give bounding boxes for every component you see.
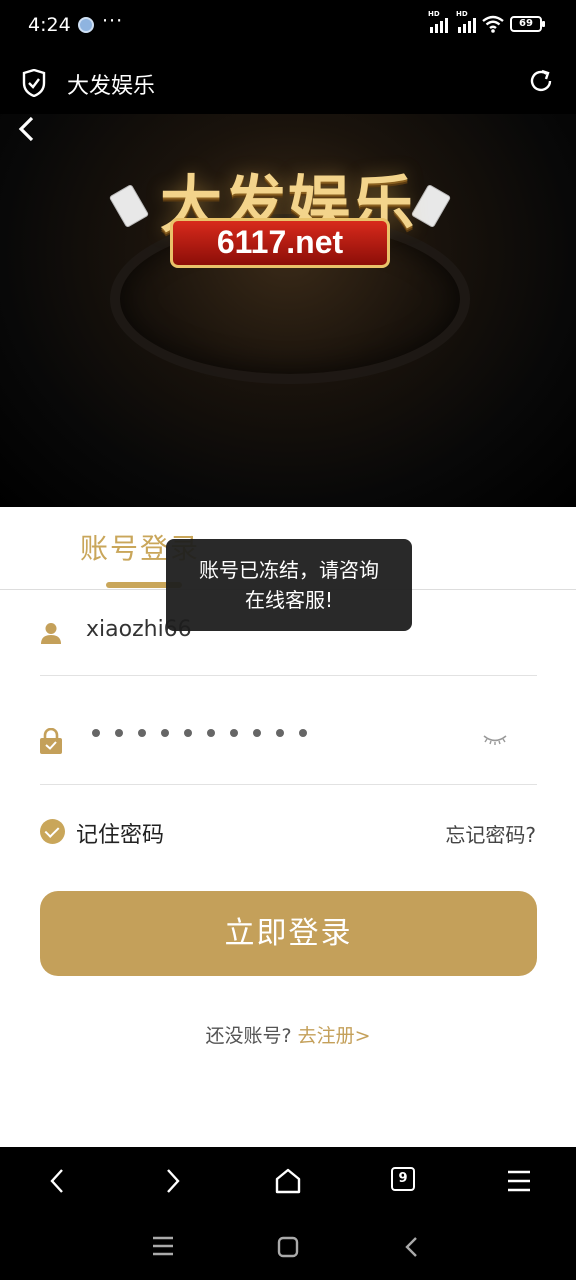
browser-title-bar: 大发娱乐 xyxy=(0,52,576,114)
remember-password-checkbox[interactable] xyxy=(40,819,65,844)
password-mask-dot xyxy=(230,729,238,737)
status-indicators: HD HD 69 xyxy=(428,10,545,33)
password-mask-dot xyxy=(299,729,307,737)
lock-icon xyxy=(40,728,62,754)
recent-apps-icon[interactable] xyxy=(151,1235,175,1257)
brand-logo-domain: 6117.net xyxy=(170,218,390,268)
status-bar: 4:24 ··· HD HD 69 xyxy=(0,0,576,52)
menu-icon[interactable] xyxy=(505,1167,533,1195)
register-row: 还没账号? 去注册> xyxy=(0,1021,576,1048)
toast-line-1: 账号已冻结，请咨询 xyxy=(199,558,379,582)
wifi-icon xyxy=(482,15,504,33)
password-mask-dot xyxy=(92,729,100,737)
refresh-icon[interactable] xyxy=(528,68,554,94)
username-underline xyxy=(40,675,537,676)
eye-closed-icon[interactable] xyxy=(482,733,508,747)
home-system-icon[interactable] xyxy=(276,1235,300,1259)
password-input[interactable] xyxy=(92,729,307,737)
register-link[interactable]: 去注册> xyxy=(298,1025,371,1047)
password-mask-dot xyxy=(276,729,284,737)
page-title: 大发娱乐 xyxy=(67,74,156,99)
forward-nav-icon[interactable] xyxy=(158,1167,186,1195)
cellular-signal-icon: HD xyxy=(456,10,476,33)
login-button[interactable]: 立即登录 xyxy=(40,891,537,976)
forgot-password-link[interactable]: 忘记密码? xyxy=(445,819,536,848)
password-mask-dot xyxy=(207,729,215,737)
browser-bottom-nav: 9 xyxy=(0,1147,576,1215)
password-mask-dot xyxy=(115,729,123,737)
cellular-signal-icon: HD xyxy=(428,10,448,33)
toast-message: 账号已冻结，请咨询 在线客服! xyxy=(166,539,412,631)
battery-icon: 69 xyxy=(510,16,545,32)
status-time: 4:24 xyxy=(28,14,71,36)
tabs-count-button[interactable]: 9 xyxy=(391,1167,415,1191)
back-nav-icon[interactable] xyxy=(44,1167,72,1195)
password-mask-dot xyxy=(184,729,192,737)
hero-banner: 大发娱乐 6117.net xyxy=(0,114,576,507)
back-system-icon[interactable] xyxy=(402,1235,422,1259)
remember-password-label[interactable]: 记住密码 xyxy=(76,817,164,849)
status-more-icon: ··· xyxy=(102,10,124,32)
password-mask-dot xyxy=(138,729,146,737)
shield-icon[interactable] xyxy=(22,69,46,97)
system-nav-bar xyxy=(0,1215,576,1280)
back-arrow-icon[interactable] xyxy=(14,114,40,144)
user-icon xyxy=(41,623,61,644)
password-mask-dot xyxy=(161,729,169,737)
password-underline xyxy=(40,784,537,785)
toast-line-2: 在线客服! xyxy=(244,588,334,612)
home-icon[interactable] xyxy=(274,1167,302,1195)
password-mask-dot xyxy=(253,729,261,737)
app-notification-icon xyxy=(78,17,94,33)
register-prompt: 还没账号? xyxy=(205,1025,292,1047)
